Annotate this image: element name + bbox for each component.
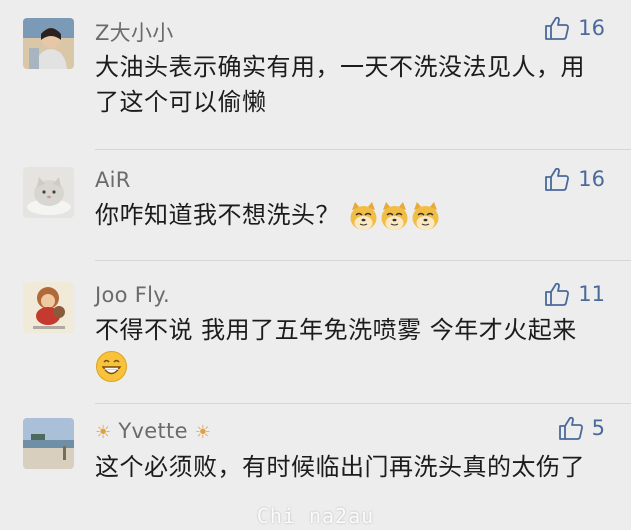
- comment-item: AiR 16 你咋知道我不想洗头？: [0, 150, 631, 262]
- comment-text: 大油头表示确实有用，一天不洗没法见人，用了这个可以偷懒: [95, 53, 585, 116]
- username[interactable]: Z大小小: [95, 17, 174, 47]
- doge-icon: [379, 201, 410, 232]
- thumbs-up-icon: [545, 167, 570, 191]
- username-text: Yvette: [118, 419, 188, 443]
- username[interactable]: Joo Fly.: [95, 283, 170, 307]
- username[interactable]: ☀ Yvette ☀: [95, 419, 211, 443]
- avatar-image: [23, 167, 74, 218]
- comment-text: 不得不说 我用了五年免洗喷雾 今年才火起来: [95, 313, 595, 383]
- doge-icon: [348, 201, 379, 232]
- avatar[interactable]: [23, 418, 74, 469]
- avatar[interactable]: [23, 167, 74, 218]
- thumbs-up-icon: [545, 282, 570, 306]
- avatar-image: [23, 418, 74, 469]
- username[interactable]: AiR: [95, 168, 131, 192]
- like-count: 16: [578, 16, 605, 40]
- comment-item: Joo Fly. 11 不得不说 我用了五年免洗喷雾 今年才火起来: [0, 261, 631, 404]
- like-button[interactable]: 16: [544, 166, 605, 192]
- like-count: 16: [578, 167, 605, 191]
- comment-text-content: 你咋知道我不想洗头？: [95, 201, 340, 229]
- thumbs-up-icon: [558, 416, 583, 440]
- like-count: 11: [578, 282, 605, 306]
- like-button[interactable]: 5: [558, 415, 605, 441]
- avatar-image: [23, 18, 74, 69]
- like-count: 5: [591, 416, 605, 440]
- thumbs-up-icon: [545, 16, 570, 40]
- comment-text: 这个必须败，有时候临出门再洗头真的太伤了: [95, 453, 585, 481]
- like-button[interactable]: 11: [544, 281, 605, 307]
- watermark: Chi na2au: [256, 504, 375, 528]
- sun-icon: ☀: [194, 422, 212, 443]
- avatar[interactable]: [23, 282, 74, 333]
- avatar[interactable]: [23, 18, 74, 69]
- like-button[interactable]: 16: [544, 15, 605, 41]
- avatar-image: [23, 282, 74, 333]
- grinning-face-icon: [95, 350, 128, 383]
- comment-text: 你咋知道我不想洗头？: [95, 198, 595, 233]
- sun-icon: ☀: [95, 422, 112, 443]
- doge-icon: [410, 201, 441, 232]
- comment-text-content: 不得不说 我用了五年免洗喷雾 今年才火起来: [95, 316, 577, 344]
- comment-item: Z大小小 16 大油头表示确实有用，一天不洗没法见人，用了这个可以偷懒: [0, 0, 631, 160]
